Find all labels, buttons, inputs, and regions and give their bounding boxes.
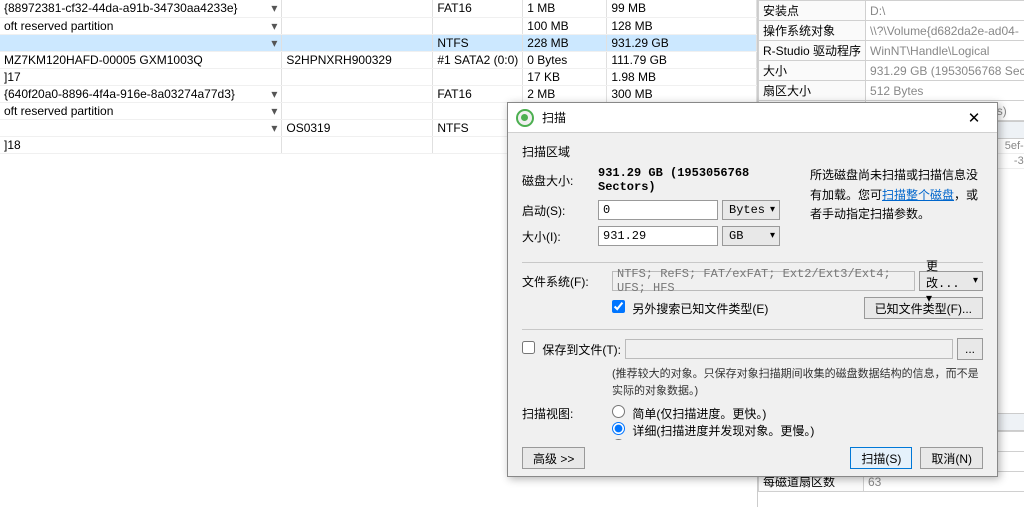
save-to-check[interactable]: 保存到文件(T): <box>522 341 621 358</box>
view-label: 扫描视图: <box>522 405 608 422</box>
chevron-down-icon[interactable]: ▾ <box>271 104 277 118</box>
size-input[interactable] <box>598 226 718 246</box>
scan-hint: 所选磁盘尚未扫描或扫描信息没有加载。您可扫描整个磁盘，或者手动指定扫描参数。 <box>810 166 983 252</box>
table-row[interactable]: {640f20a0-8896-4f4a-916e-8a03274a77d3}▾F… <box>0 85 757 102</box>
size-label: 大小(I): <box>522 228 594 245</box>
table-row[interactable]: ▾NTFS228 MB931.29 GB <box>0 34 757 51</box>
scan-whole-link[interactable]: 扫描整个磁盘 <box>882 188 954 202</box>
prop-row: 操作系统对象\\?\Volume{d682da2e-ad04- <box>759 21 1024 41</box>
save-hint: (推荐较大的对象。只保存对象扫描期间收集的磁盘数据结构的信息，而不是实际的对象数… <box>612 366 983 399</box>
advanced-button[interactable]: 高级 >> <box>522 447 585 469</box>
start-input[interactable] <box>598 200 718 220</box>
disksize-label: 磁盘大小: <box>522 172 594 189</box>
scan-area-label: 扫描区域 <box>522 143 983 160</box>
save-to-field <box>625 339 953 359</box>
cancel-button[interactable]: 取消(N) <box>920 447 983 469</box>
close-icon[interactable]: ✕ <box>959 109 989 127</box>
disksize-value: 931.29 GB (1953056768 Sectors) <box>598 166 780 194</box>
fs-field: NTFS; ReFS; FAT/exFAT; Ext2/Ext3/Ext4; U… <box>612 271 915 291</box>
chevron-down-icon[interactable]: ▾ <box>271 121 277 135</box>
chevron-down-icon[interactable]: ▾ <box>271 36 277 50</box>
chevron-down-icon[interactable]: ▾ <box>271 1 277 15</box>
table-row[interactable]: ]1717 KB1.98 MB <box>0 68 757 85</box>
known-types-button[interactable]: 已知文件类型(F)... <box>864 297 983 319</box>
prop-row: 安装点D:\ <box>759 1 1024 21</box>
radio-simple[interactable]: 简单(仅扫描进度。更快。) <box>612 407 766 421</box>
prop-row: 扇区大小512 Bytes <box>759 81 1024 101</box>
start-label: 启动(S): <box>522 202 594 219</box>
extra-search-check[interactable]: 另外搜索已知文件类型(E) <box>612 300 768 317</box>
size-unit-combo[interactable]: GB <box>722 226 780 246</box>
table-row[interactable]: MZ7KM120HAFD-00005 GXM1003QS2HPNXRH90032… <box>0 51 757 68</box>
fs-change-button[interactable]: 更改... ▾ <box>919 271 983 291</box>
scan-button[interactable]: 扫描(S) <box>850 447 912 469</box>
table-row[interactable]: {88972381-cf32-44da-a91b-34730aa4233e}▾F… <box>0 0 757 17</box>
prop-row: 大小931.29 GB (1953056768 Sect <box>759 61 1024 81</box>
table-row[interactable]: oft reserved partition▾100 MB128 MB <box>0 17 757 34</box>
app-icon <box>516 109 534 127</box>
fs-label: 文件系统(F): <box>522 273 608 290</box>
prop-row: R-Studio 驱动程序WinNT\Handle\Logical <box>759 41 1024 61</box>
browse-button[interactable]: ... <box>957 338 983 360</box>
radio-detailed[interactable]: 详细(扫描进度并发现对象。更慢。) <box>612 424 814 438</box>
chevron-down-icon[interactable]: ▾ <box>271 19 277 33</box>
chevron-down-icon[interactable]: ▾ <box>271 87 277 101</box>
scan-dialog: 扫描 ✕ 扫描区域 磁盘大小: 931.29 GB (1953056768 Se… <box>507 102 998 477</box>
dialog-title: 扫描 <box>542 109 959 126</box>
start-unit-combo[interactable]: Bytes <box>722 200 780 220</box>
